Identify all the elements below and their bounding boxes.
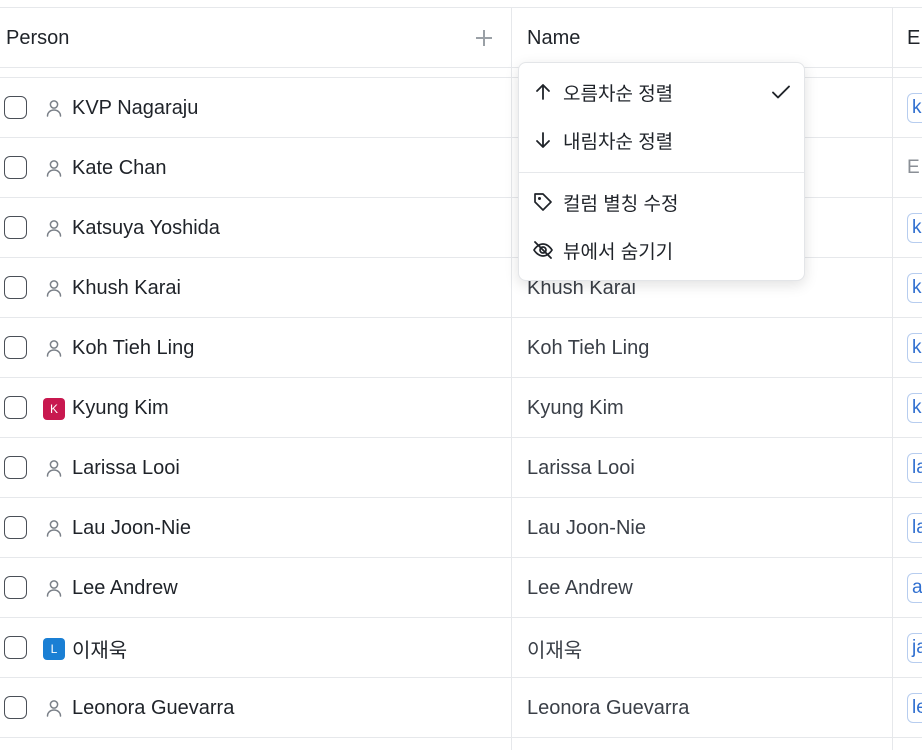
name-cell[interactable]: Koh Tieh Ling [527,318,649,378]
person-icon [44,518,64,538]
table-row[interactable]: Lau Joon-Nie Lau Joon-Nie la [0,498,922,558]
row-checkbox[interactable] [4,276,27,299]
name-cell[interactable]: Kyung Kim [527,378,624,438]
person-icon [44,218,64,238]
person-cell[interactable]: 이재욱 [72,618,127,678]
email-chip[interactable]: k [907,273,922,303]
column-divider[interactable] [511,8,512,750]
menu-item-hide-in-view[interactable]: 뷰에서 숨기기 [519,228,804,272]
email-chip[interactable]: k [907,393,922,423]
email-cell[interactable]: E [907,138,922,198]
eye-off-icon [533,241,553,259]
row-checkbox[interactable] [4,216,27,239]
row-checkbox[interactable] [4,156,27,179]
name-cell[interactable]: Lee Andrew [527,558,633,618]
email-chip[interactable]: k [907,333,922,363]
name-cell[interactable]: Leonora Guevarra [527,678,689,738]
column-header-email[interactable]: E [907,8,922,68]
row-checkbox[interactable] [4,396,27,419]
row-checkbox[interactable] [4,456,27,479]
menu-item-sort-ascending[interactable]: 오름차순 정렬 [519,70,804,114]
row-checkbox[interactable] [4,96,27,119]
table-row[interactable]: Koh Tieh Ling Koh Tieh Ling k [0,318,922,378]
row-checkbox[interactable] [4,576,27,599]
table-row[interactable]: Lee Andrew Lee Andrew a [0,558,922,618]
menu-item-edit-alias[interactable]: 컬럼 별칭 수정 [519,180,804,224]
arrow-up-icon [536,84,550,100]
person-icon [44,278,64,298]
person-icon [44,458,64,478]
person-cell[interactable]: Kate Chan [72,138,167,198]
person-icon [44,158,64,178]
menu-item-label: 내림차순 정렬 [563,131,674,153]
person-icon [44,698,64,718]
email-chip[interactable]: ja [907,633,922,663]
tag-icon [534,193,552,211]
name-cell[interactable]: Lau Joon-Nie [527,498,646,558]
column-context-menu: 오름차순 정렬 내림차순 정렬 컬럼 별칭 수정 뷰에서 숨기기 [518,62,805,281]
name-cell[interactable]: Larissa Looi [527,438,635,498]
menu-item-label: 오름차순 정렬 [563,83,674,105]
avatar-badge: L [43,638,65,660]
person-cell[interactable]: Koh Tieh Ling [72,318,194,378]
email-chip[interactable]: a [907,573,922,603]
table-row[interactable]: K Kyung Kim Kyung Kim k [0,378,922,438]
table-row[interactable]: Larissa Looi Larissa Looi la [0,438,922,498]
row-checkbox[interactable] [4,636,27,659]
table-row[interactable]: Leonora Guevarra Leonora Guevarra le [0,678,922,738]
add-column-icon[interactable] [472,26,496,50]
person-cell[interactable]: Lau Joon-Nie [72,498,191,558]
email-chip[interactable]: la [907,453,922,483]
person-cell[interactable]: KVP Nagaraju [72,78,198,138]
person-icon [44,98,64,118]
row-checkbox[interactable] [4,336,27,359]
email-chip[interactable]: k [907,213,922,243]
person-cell[interactable]: Khush Karai [72,258,181,318]
menu-divider [519,172,804,173]
email-chip[interactable]: le [907,693,922,723]
person-cell[interactable]: Leonora Guevarra [72,678,234,738]
column-header-name[interactable]: Name [527,8,580,68]
grid-top-strip [0,0,922,8]
person-cell[interactable]: Kyung Kim [72,378,169,438]
menu-item-label: 컬럼 별칭 수정 [563,193,679,215]
person-cell[interactable]: Katsuya Yoshida [72,198,220,258]
table-row[interactable]: L 이재욱 이재욱 ja [0,618,922,678]
person-icon [44,338,64,358]
row-checkbox[interactable] [4,516,27,539]
avatar-badge: K [43,398,65,420]
column-header-person[interactable]: Person [6,8,69,68]
name-cell[interactable]: 이재욱 [527,618,582,678]
person-cell[interactable]: Larissa Looi [72,438,180,498]
menu-item-label: 뷰에서 숨기기 [563,241,674,263]
arrow-down-icon [536,132,550,148]
grid-header [0,8,922,68]
email-chip[interactable]: la [907,513,922,543]
person-cell[interactable]: Lee Andrew [72,558,178,618]
row-checkbox[interactable] [4,696,27,719]
person-icon [44,578,64,598]
email-chip[interactable]: k [907,93,922,123]
checkmark-icon [772,85,790,99]
menu-item-sort-descending[interactable]: 내림차순 정렬 [519,118,804,162]
column-divider[interactable] [892,8,893,750]
